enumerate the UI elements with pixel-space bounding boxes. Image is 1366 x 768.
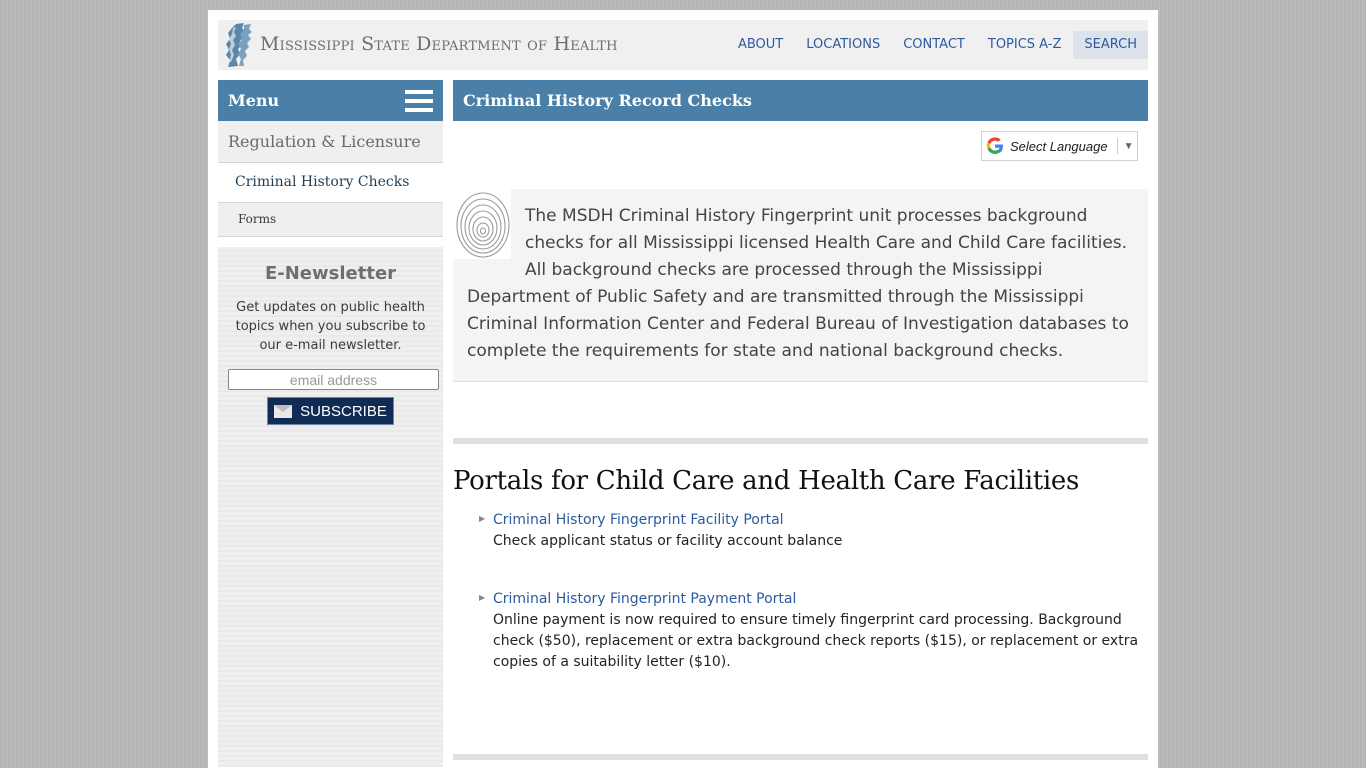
mail-icon (274, 404, 293, 418)
portal-list: ▶ Criminal History Fingerprint Facility … (453, 510, 1148, 673)
google-icon (986, 137, 1003, 154)
facility-portal-description: Check applicant status or facility accou… (493, 533, 843, 549)
intro-text: The MSDH Criminal History Fingerprint un… (467, 206, 1129, 361)
payment-portal-description: Online payment is now required to ensure… (493, 612, 1139, 670)
newsletter-title: E-Newsletter (264, 263, 397, 284)
subscribe-button[interactable]: SUBSCRIBE (267, 397, 394, 425)
newsletter-description: Get updates on public health topics when… (235, 300, 426, 353)
bullet-icon: ▶ (479, 514, 486, 523)
nav-contact[interactable]: CONTACT (892, 31, 976, 59)
nav-topics-a-z[interactable]: TOPICS A-Z (977, 31, 1073, 59)
section-divider (453, 438, 1148, 444)
nav-about[interactable]: ABOUT (727, 31, 794, 59)
msdh-logo-icon[interactable] (222, 22, 256, 68)
sidebar-item-criminal-history-checks[interactable]: Criminal History Checks (218, 163, 443, 203)
page-container: Mississippi State Department of Health A… (208, 10, 1158, 768)
site-header: Mississippi State Department of Health A… (218, 20, 1148, 70)
separator (1116, 138, 1118, 154)
payment-portal-link[interactable]: Criminal History Fingerprint Payment Por… (493, 589, 1148, 610)
sidebar-item-forms[interactable]: Forms (218, 203, 443, 237)
language-select[interactable]: Select Language ▼ (981, 131, 1138, 161)
dropdown-arrow-icon: ▼ (1123, 140, 1134, 152)
facility-portal-link[interactable]: Criminal History Fingerprint Facility Po… (493, 510, 1148, 531)
bottom-divider (453, 754, 1148, 760)
page-title: Criminal History Record Checks (453, 80, 1148, 121)
site-title[interactable]: Mississippi State Department of Health (260, 33, 618, 55)
main-content: Criminal History Record Checks Select La… (453, 80, 1148, 710)
nav-locations[interactable]: LOCATIONS (795, 31, 891, 59)
fingerprint-icon (453, 189, 511, 259)
bullet-icon: ▶ (479, 593, 486, 602)
top-nav: ABOUT LOCATIONS CONTACT TOPICS A-Z SEARC… (726, 20, 1148, 70)
newsletter-panel: E-Newsletter Get updates on public healt… (218, 247, 443, 767)
intro-panel: The MSDH Criminal History Fingerprint un… (453, 189, 1148, 382)
language-row: Select Language ▼ (453, 121, 1148, 189)
section-title: Portals for Child Care and Health Care F… (453, 466, 1080, 496)
email-input[interactable] (228, 369, 439, 390)
sidebar: Menu Regulation & Licensure Criminal His… (218, 80, 443, 768)
language-select-label: Select Language (1010, 138, 1108, 154)
list-item: ▶ Criminal History Fingerprint Payment P… (479, 589, 1148, 673)
list-item: ▶ Criminal History Fingerprint Facility … (479, 510, 1148, 552)
menu-toggle[interactable]: Menu (218, 80, 443, 121)
menu-label: Menu (228, 91, 280, 110)
sidebar-item-regulation-licensure[interactable]: Regulation & Licensure (218, 121, 443, 163)
nav-search[interactable]: SEARCH (1073, 31, 1148, 59)
subscribe-label: SUBSCRIBE (300, 402, 387, 420)
hamburger-icon[interactable] (405, 90, 433, 112)
